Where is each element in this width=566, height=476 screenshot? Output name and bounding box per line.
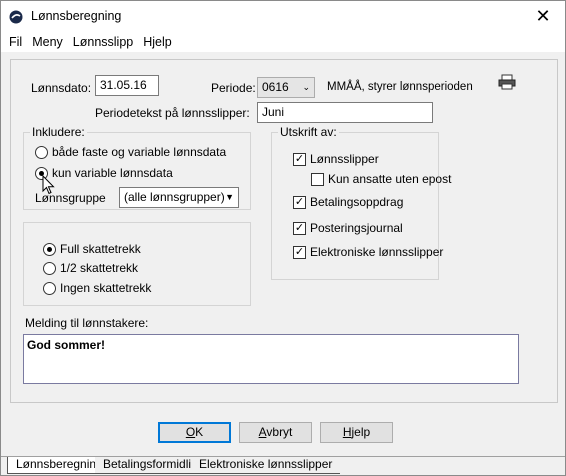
periode-select[interactable]: 0616 ⌄: [257, 77, 315, 98]
melding-label: Melding til lønnstakere:: [25, 316, 149, 330]
close-button[interactable]: ✕: [521, 1, 565, 32]
checkbox[interactable]: ✓: [293, 221, 306, 235]
radio-faste-og-variable[interactable]: både faste og variable lønnsdata: [35, 145, 226, 159]
mouse-cursor-icon: [42, 175, 55, 195]
tab-elektroniske-lonnsslipper[interactable]: Elektroniske lønnsslipper: [191, 457, 341, 474]
check-lonnsslipper[interactable]: ✓ Lønnsslipper: [293, 152, 379, 166]
checkbox[interactable]: [311, 172, 324, 186]
tab-bar: Lønnsberegning Betalingsformidling Elekt…: [1, 456, 565, 476]
lonnsgruppe-value: (alle lønnsgrupper): [124, 190, 225, 204]
lonnsdato-input[interactable]: 31.05.16: [95, 75, 159, 96]
radio-halv-skattetrekk[interactable]: 1/2 skattetrekk: [43, 261, 138, 275]
melding-textarea[interactable]: God sommer!: [23, 334, 519, 384]
app-icon: [9, 10, 23, 24]
lonnsgruppe-select[interactable]: (alle lønnsgrupper) ▼: [119, 187, 239, 208]
radio-label: Full skattetrekk: [60, 242, 141, 256]
menu-fil[interactable]: Fil: [4, 35, 27, 49]
menu-bar: Fil Meny Lønnsslipp Hjelp: [1, 32, 565, 52]
main-panel: Lønnsdato: 31.05.16 Periode: 0616 ⌄ MMÅÅ…: [10, 59, 558, 403]
dialog-window: Lønnsberegning ✕ Fil Meny Lønnsslipp Hje…: [0, 0, 566, 476]
hjelp-rest: jelp: [351, 425, 371, 439]
checkbox[interactable]: ✓: [293, 195, 306, 209]
radio-button[interactable]: [35, 145, 48, 159]
checkbox[interactable]: ✓: [293, 152, 306, 166]
radio-button[interactable]: [43, 242, 56, 256]
periode-hint: MMÅÅ, styrer lønnsperioden: [327, 81, 473, 93]
checkbox-label: Lønnsslipper: [310, 152, 379, 166]
hjelp-button[interactable]: Hjelp: [320, 422, 393, 443]
check-posteringsjournal[interactable]: ✓ Posteringsjournal: [293, 221, 403, 235]
periode-value: 0616: [262, 80, 289, 94]
ok-button[interactable]: OK: [158, 422, 231, 443]
checkbox[interactable]: ✓: [293, 245, 306, 259]
radio-label: Ingen skattetrekk: [60, 281, 152, 295]
avbryt-rest: vbryt: [266, 425, 293, 439]
radio-kun-variable[interactable]: kun variable lønnsdata: [35, 166, 173, 180]
radio-label: 1/2 skattetrekk: [60, 261, 139, 275]
lonnsdato-label: Lønnsdato:: [31, 81, 92, 95]
radio-full-skattetrekk[interactable]: Full skattetrekk: [43, 242, 141, 256]
check-elektroniske-lonnsslipper[interactable]: ✓ Elektroniske lønnsslipper: [293, 245, 443, 259]
radio-label: både faste og variable lønnsdata: [52, 145, 227, 159]
radio-ingen-skattetrekk[interactable]: Ingen skattetrekk: [43, 281, 151, 295]
window-title: Lønnsberegning: [31, 9, 122, 23]
menu-lonnsslipp[interactable]: Lønnsslipp: [68, 35, 138, 49]
ok-rest: K: [195, 425, 204, 439]
checkbox-label: Elektroniske lønnsslipper: [310, 245, 444, 259]
menu-hjelp[interactable]: Hjelp: [138, 35, 177, 49]
checkbox-label: Posteringsjournal: [310, 221, 403, 235]
periodetekst-input[interactable]: Juni: [257, 102, 433, 123]
utskrift-title: Utskrift av:: [278, 125, 339, 139]
inkludere-title: Inkludere:: [30, 125, 87, 139]
radio-button[interactable]: [43, 261, 56, 275]
checkbox-label: Betalingsoppdrag: [310, 195, 404, 209]
checkbox-label: Kun ansatte uten epost: [328, 172, 452, 186]
title-bar: Lønnsberegning ✕: [1, 1, 565, 32]
periode-label: Periode:: [211, 81, 256, 95]
check-kun-ansatte-uten-epost[interactable]: Kun ansatte uten epost: [311, 172, 451, 186]
periodetekst-label: Periodetekst på lønnsslipper:: [95, 106, 250, 120]
printer-icon[interactable]: [498, 74, 516, 90]
radio-button[interactable]: [43, 281, 56, 295]
ok-accel: O: [185, 425, 196, 439]
avbryt-button[interactable]: Avbryt: [239, 422, 312, 443]
dropdown-arrow-icon: ▼: [225, 192, 234, 202]
chevron-down-icon: ⌄: [302, 82, 310, 92]
menu-meny[interactable]: Meny: [27, 35, 68, 49]
radio-label: kun variable lønnsdata: [52, 166, 173, 180]
check-betalingsoppdrag[interactable]: ✓ Betalingsoppdrag: [293, 195, 403, 209]
